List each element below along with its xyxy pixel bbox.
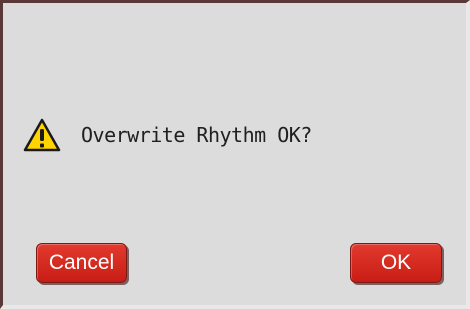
dialog-message: Overwrite Rhythm OK? <box>81 123 312 147</box>
ok-button[interactable]: OK <box>350 243 442 283</box>
overwrite-confirm-dialog: Overwrite Rhythm OK? Cancel OK <box>0 0 470 309</box>
dialog-message-row: Overwrite Rhythm OK? <box>23 115 312 155</box>
cancel-button[interactable]: Cancel <box>36 243 127 283</box>
warning-icon <box>23 118 61 152</box>
